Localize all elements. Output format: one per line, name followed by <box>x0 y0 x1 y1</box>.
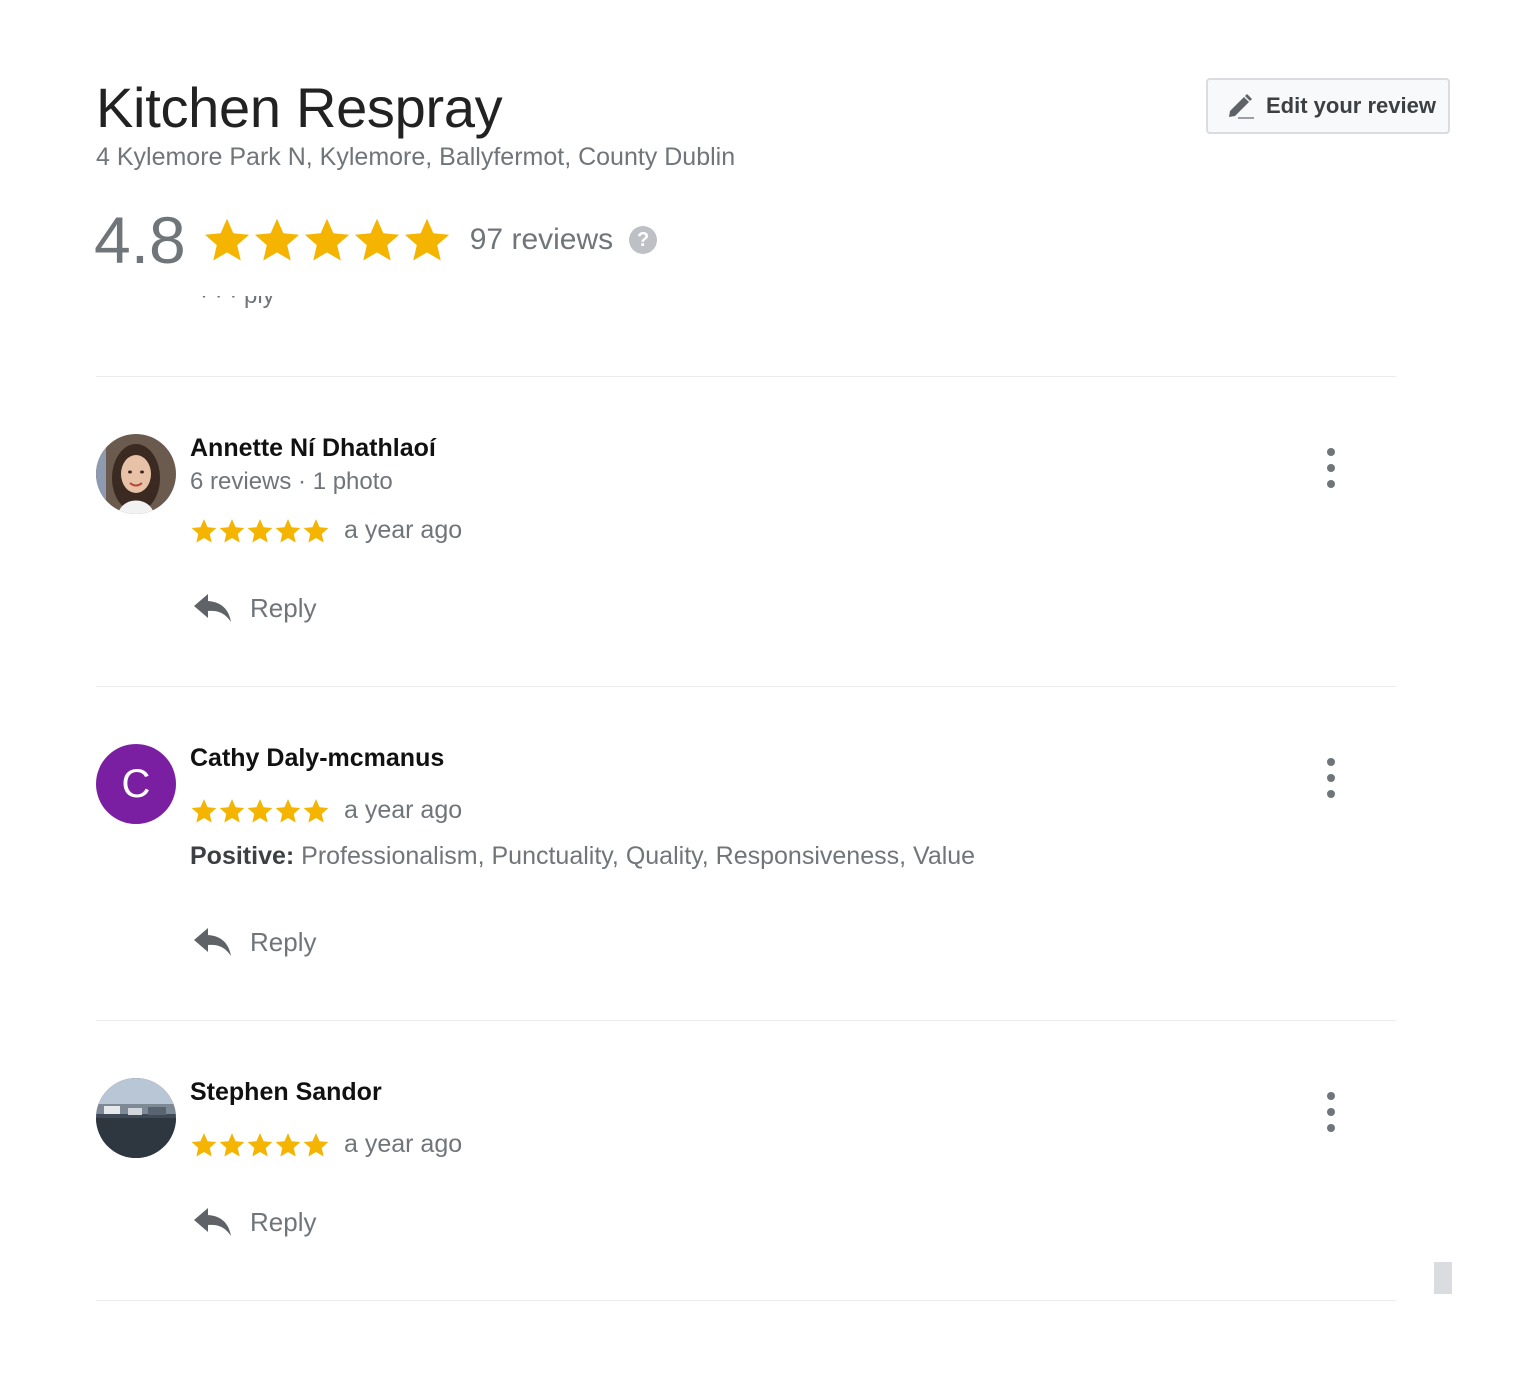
reply-icon <box>192 924 234 960</box>
reply-icon <box>192 590 234 626</box>
star-icon <box>246 797 274 825</box>
review-rating: a year ago <box>190 516 462 545</box>
divider <box>96 686 1396 687</box>
positive-label: Positive: <box>190 842 295 870</box>
edit-review-label: Edit your review <box>1266 93 1436 118</box>
star-icon <box>402 215 452 265</box>
review-time: a year ago <box>344 796 463 824</box>
rating-value: 4.8 <box>94 203 186 277</box>
divider <box>96 1020 1396 1021</box>
review-count[interactable]: 97 reviews <box>470 223 613 257</box>
star-icon <box>302 517 330 545</box>
reviewer-meta[interactable]: 6 reviews · 1 photo <box>190 468 393 496</box>
business-title: Kitchen Respray <box>96 76 503 139</box>
star-icon <box>274 1131 302 1159</box>
star-icon <box>190 1131 218 1159</box>
divider <box>96 376 1396 377</box>
star-icon <box>246 517 274 545</box>
reply-label: Reply <box>250 592 317 623</box>
star-icon <box>190 517 218 545</box>
previous-review-fragment: · · · ply <box>200 296 340 316</box>
star-icon <box>352 215 402 265</box>
divider <box>96 1300 1396 1301</box>
star-icon <box>274 797 302 825</box>
scrollbar-thumb[interactable] <box>1434 1262 1452 1294</box>
star-icon <box>218 797 246 825</box>
reply-button[interactable]: Reply <box>192 924 316 960</box>
reviewer-name[interactable]: Cathy Daly-mcmanus <box>190 744 444 773</box>
rating-summary: 4.8 97 reviews ? <box>94 200 658 280</box>
star-icon <box>218 1131 246 1159</box>
star-icon <box>252 215 302 265</box>
reply-label: Reply <box>250 926 317 957</box>
help-icon[interactable]: ? <box>629 226 658 254</box>
reply-label: Reply <box>250 1206 317 1237</box>
star-icon <box>302 797 330 825</box>
star-icon <box>302 1131 330 1159</box>
positive-attributes: Positive: Professionalism, Punctuality, … <box>190 842 975 871</box>
avatar[interactable] <box>96 1078 176 1158</box>
positive-text: Professionalism, Punctuality, Quality, R… <box>301 842 976 870</box>
star-icon <box>246 1131 274 1159</box>
rating-stars <box>202 215 452 265</box>
edit-review-button[interactable]: Edit your review <box>1206 78 1450 134</box>
pencil-icon <box>1224 90 1256 122</box>
star-icon <box>218 517 246 545</box>
reviewer-name[interactable]: Stephen Sandor <box>190 1078 382 1107</box>
star-icon <box>302 215 352 265</box>
reply-icon <box>192 1204 234 1240</box>
review-time: a year ago <box>344 1130 463 1158</box>
reviewer-name[interactable]: Annette Ní Dhathlaoí <box>190 434 436 463</box>
more-options-icon[interactable] <box>1316 448 1346 488</box>
more-options-icon[interactable] <box>1316 1092 1346 1132</box>
reply-button[interactable]: Reply <box>192 590 316 626</box>
star-icon <box>202 215 252 265</box>
review-rating: a year ago <box>190 796 462 825</box>
avatar[interactable] <box>96 434 176 514</box>
review-time: a year ago <box>344 516 463 544</box>
avatar[interactable]: C <box>96 744 176 824</box>
review-rating: a year ago <box>190 1130 462 1159</box>
star-icon <box>274 517 302 545</box>
star-icon <box>190 797 218 825</box>
business-address: 4 Kylemore Park N, Kylemore, Ballyfermot… <box>96 143 736 171</box>
reply-button[interactable]: Reply <box>192 1204 316 1240</box>
more-options-icon[interactable] <box>1316 758 1346 798</box>
